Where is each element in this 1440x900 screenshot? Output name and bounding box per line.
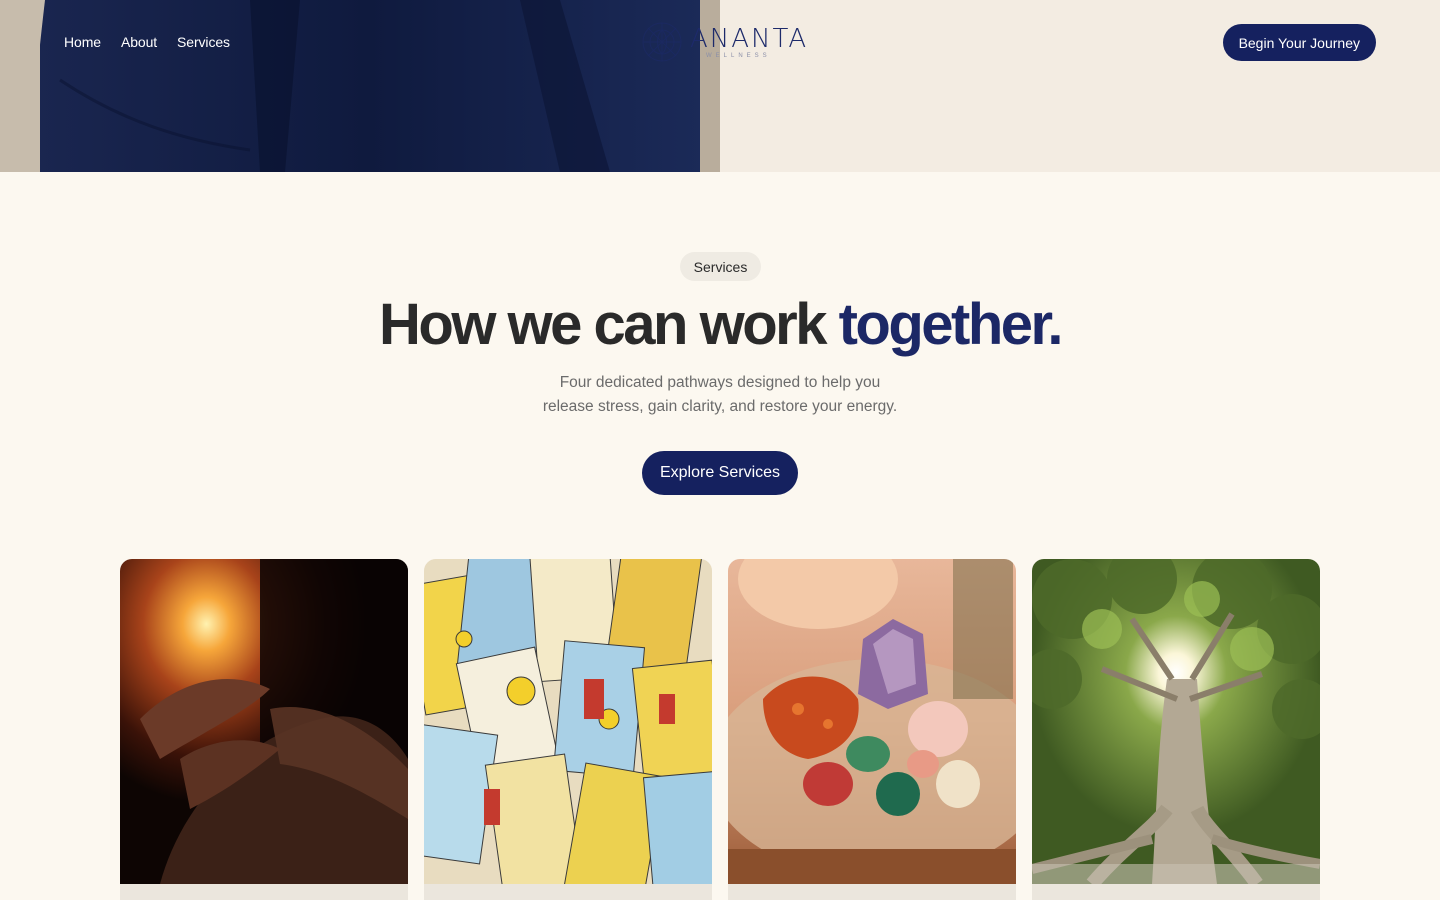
card-footer <box>424 884 712 900</box>
explore-services-button[interactable]: Explore Services <box>642 451 798 495</box>
nav-about[interactable]: About <box>121 34 157 50</box>
card-footer <box>120 884 408 900</box>
service-card-3[interactable] <box>728 559 1016 900</box>
navy-jacket-illustration <box>0 0 720 172</box>
service-card-4[interactable] <box>1032 559 1320 900</box>
section-headline: How we can work together. <box>0 290 1440 360</box>
brand-tagline: WELLNESS <box>706 53 771 59</box>
begin-journey-button[interactable]: Begin Your Journey <box>1222 24 1376 61</box>
card-footer <box>1032 884 1320 900</box>
candle-face-massage-photo <box>120 559 408 884</box>
hero-photo <box>0 0 720 172</box>
subtitle-line-2: release stress, gain clarity, and restor… <box>542 398 898 415</box>
lotus-mandala-icon <box>642 22 682 62</box>
brand-logo[interactable]: ANANTA WELLNESS <box>640 20 810 66</box>
subtitle-line-1: Four dedicated pathways designed to help… <box>559 374 881 391</box>
nav-home[interactable]: Home <box>64 34 101 50</box>
tarot-cards-photo <box>424 559 712 884</box>
service-card-2[interactable] <box>424 559 712 900</box>
hero-header: Home About Services ANANTA WELLNESS Begi… <box>0 0 1440 172</box>
healing-crystals-photo <box>728 559 1016 884</box>
section-badge: Services <box>680 252 761 281</box>
service-card-1[interactable] <box>120 559 408 900</box>
nav-services[interactable]: Services <box>177 34 230 50</box>
main-nav: Home About Services <box>64 34 230 50</box>
card-footer <box>728 884 1016 900</box>
headline-accent: together. <box>838 292 1064 357</box>
section-subtitle: Four dedicated pathways designed to help… <box>520 371 920 419</box>
headline-main: How we can work <box>379 292 839 357</box>
sunlit-tree-photo <box>1032 559 1320 884</box>
brand-name: ANANTA <box>690 24 809 54</box>
service-cards <box>120 559 1320 900</box>
